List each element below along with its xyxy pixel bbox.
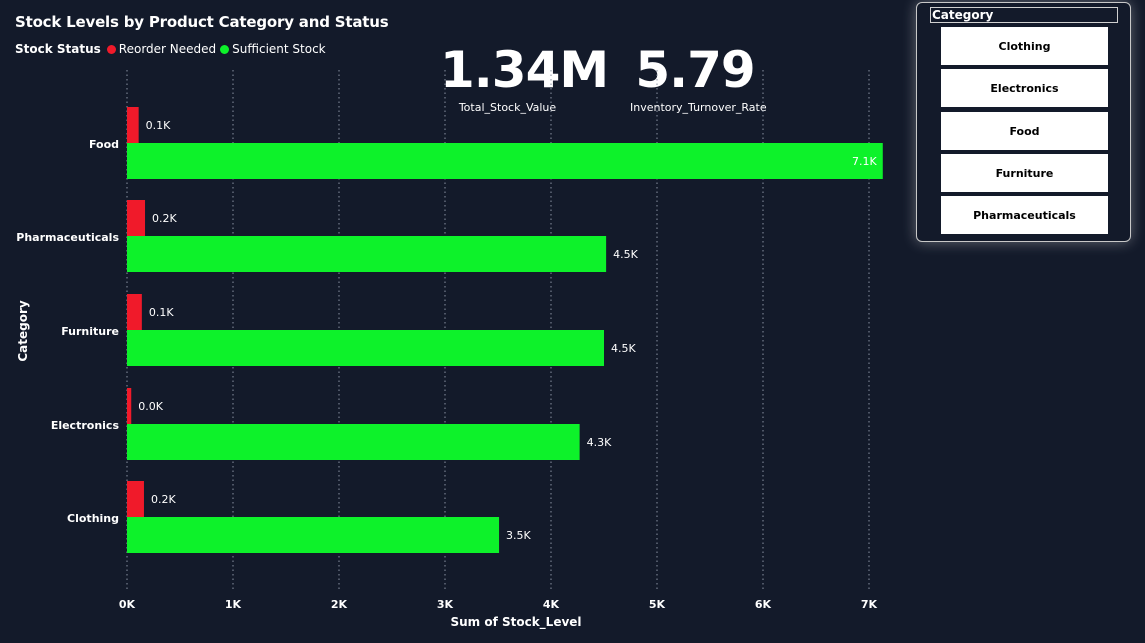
data-label-reorder-needed: 0.2K <box>152 212 177 225</box>
slicer-item-clothing[interactable]: Clothing <box>941 27 1108 65</box>
y-category-label: Pharmaceuticals <box>16 231 119 244</box>
x-tick-label: 3K <box>437 598 454 611</box>
bar-sufficient-stock[interactable] <box>127 330 604 366</box>
data-label-reorder-needed: 0.1K <box>146 119 171 132</box>
bar-reorder-needed[interactable] <box>127 388 132 424</box>
bar-sufficient-stock[interactable] <box>127 143 883 179</box>
bar-sufficient-stock[interactable] <box>127 236 607 272</box>
x-tick-label: 6K <box>755 598 772 611</box>
bar-sufficient-stock[interactable] <box>127 517 500 553</box>
y-category-label: Furniture <box>61 325 119 338</box>
bar-reorder-needed[interactable] <box>127 200 146 236</box>
bar-reorder-needed[interactable] <box>127 294 142 330</box>
x-tick-label: 0K <box>119 598 136 611</box>
slicer-item-furniture[interactable]: Furniture <box>941 154 1108 192</box>
x-tick-label: 1K <box>225 598 242 611</box>
slicer-header: Category <box>930 7 1118 23</box>
data-label-sufficient-stock: 7.1K <box>852 155 877 168</box>
y-category-label: Electronics <box>51 419 120 432</box>
data-label-reorder-needed: 0.2K <box>151 493 176 506</box>
slicer-item-food[interactable]: Food <box>941 112 1108 150</box>
slicer-item-pharmaceuticals[interactable]: Pharmaceuticals <box>941 196 1108 234</box>
bar-reorder-needed[interactable] <box>127 107 139 143</box>
x-axis-title: Sum of Stock_Level <box>450 615 581 630</box>
data-label-sufficient-stock: 4.5K <box>613 248 638 261</box>
data-label-sufficient-stock: 4.5K <box>611 342 636 355</box>
x-tick-label: 5K <box>649 598 666 611</box>
x-tick-label: 2K <box>331 598 348 611</box>
x-tick-label: 4K <box>543 598 560 611</box>
data-label-reorder-needed: 0.0K <box>138 400 163 413</box>
bar-sufficient-stock[interactable] <box>127 424 580 460</box>
x-tick-label: 7K <box>861 598 878 611</box>
data-label-reorder-needed: 0.1K <box>149 306 174 319</box>
bar-reorder-needed[interactable] <box>127 481 144 517</box>
y-category-label: Clothing <box>67 512 119 525</box>
slicer-item-electronics[interactable]: Electronics <box>941 69 1108 107</box>
y-category-label: Food <box>89 138 119 151</box>
category-slicer: Category Clothing Electronics Food Furnitur… <box>916 2 1131 242</box>
data-label-sufficient-stock: 3.5K <box>506 529 531 542</box>
y-axis-title: Category <box>16 300 30 362</box>
bar-chart: 0K 1K 2K 3K 4K 5K 6K 7K Sum of Stock_Level Catego… <box>16 70 883 630</box>
data-label-sufficient-stock: 4.3K <box>587 436 612 449</box>
